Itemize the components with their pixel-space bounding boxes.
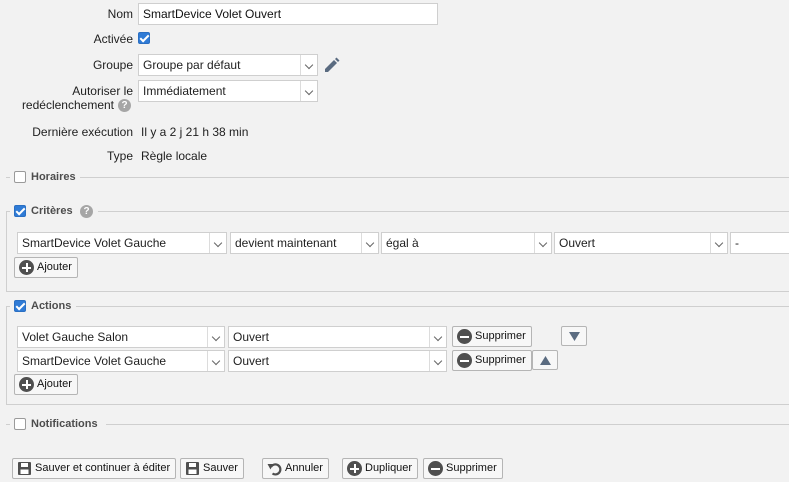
name-label: Nom <box>107 7 133 21</box>
criteria-add-button[interactable]: Ajouter <box>14 257 78 278</box>
remove-circle-icon <box>457 353 472 368</box>
schedules-legend: Horaires <box>10 170 80 184</box>
chevron-down-icon <box>207 327 224 347</box>
schedules-checkbox[interactable] <box>14 171 26 183</box>
criteria-extra-select[interactable]: - <box>730 232 789 254</box>
criteria-device-value: SmartDevice Volet Gauche <box>22 236 167 250</box>
chevron-down-icon <box>534 233 551 253</box>
action-delete-label: Supprimer <box>475 354 526 366</box>
criteria-extra-value: - <box>735 236 739 250</box>
criteria-checkbox[interactable] <box>14 205 26 217</box>
help-icon[interactable]: ? <box>118 99 131 112</box>
save-button[interactable]: Sauver <box>180 458 244 479</box>
move-up-button[interactable] <box>532 350 558 370</box>
actions-add-label: Ajouter <box>37 378 72 390</box>
criteria-change-value: devient maintenant <box>235 236 337 250</box>
duplicate-button[interactable]: Dupliquer <box>342 458 419 479</box>
add-circle-icon <box>19 377 34 392</box>
chevron-down-icon <box>429 327 446 347</box>
action-delete-button[interactable]: Supprimer <box>452 350 532 371</box>
notifications-legend-label: Notifications <box>31 418 98 430</box>
pencil-icon[interactable] <box>322 56 340 74</box>
group-select-value: Groupe par défaut <box>143 58 241 72</box>
triangle-up-icon <box>540 356 551 365</box>
add-circle-icon <box>19 260 34 275</box>
duplicate-label: Dupliquer <box>365 462 413 474</box>
retrigger-select[interactable]: Immédiatement <box>138 80 318 102</box>
criteria-legend-label: Critères <box>31 205 73 217</box>
enabled-label: Activée <box>93 32 133 46</box>
notifications-divider <box>6 424 789 425</box>
type-label: Type <box>106 149 133 163</box>
action-delete-label: Supprimer <box>475 330 526 342</box>
criteria-legend: Critères ? <box>10 204 98 220</box>
chevron-down-icon <box>207 351 224 371</box>
action-value-select[interactable]: Ouvert <box>228 350 447 372</box>
remove-circle-icon <box>428 461 443 476</box>
actions-legend: Actions <box>10 299 76 315</box>
group-label: Groupe <box>92 58 133 72</box>
last-exec-label: Dernière exécution <box>32 125 133 139</box>
actions-checkbox[interactable] <box>14 300 26 312</box>
retrigger-label-line2: redéclenchement <box>21 98 114 112</box>
help-icon[interactable]: ? <box>80 205 93 218</box>
criteria-operator-select[interactable]: égal à <box>381 232 552 254</box>
chevron-down-icon <box>361 233 378 253</box>
action-device-select[interactable]: SmartDevice Volet Gauche <box>17 350 225 372</box>
actions-add-button[interactable]: Ajouter <box>14 374 78 395</box>
action-delete-button[interactable]: Supprimer <box>452 326 532 347</box>
triangle-down-icon <box>569 332 580 341</box>
action-value-value: Ouvert <box>233 354 270 368</box>
save-continue-label: Sauver et continuer à éditer <box>35 462 171 474</box>
undo-icon <box>267 463 282 476</box>
delete-label: Supprimer <box>446 462 497 474</box>
save-label: Sauver <box>203 462 238 474</box>
action-device-select[interactable]: Volet Gauche Salon <box>17 326 225 348</box>
chevron-down-icon <box>300 81 317 101</box>
remove-circle-icon <box>457 329 472 344</box>
action-device-value: Volet Gauche Salon <box>22 330 129 344</box>
retrigger-label-line1: Autoriser le <box>72 84 133 98</box>
floppy-disk-icon <box>18 462 31 475</box>
move-down-button[interactable] <box>561 326 587 346</box>
criteria-value-select[interactable]: Ouvert <box>554 232 728 254</box>
action-value-select[interactable]: Ouvert <box>228 326 447 348</box>
chevron-down-icon <box>429 351 446 371</box>
criteria-add-label: Ajouter <box>37 261 72 273</box>
schedules-legend-label: Horaires <box>31 171 76 183</box>
chevron-down-icon <box>710 233 727 253</box>
chevron-down-icon <box>300 55 317 75</box>
add-circle-icon <box>347 461 362 476</box>
criteria-operator-value: égal à <box>386 236 419 250</box>
floppy-disk-icon <box>186 462 199 475</box>
enabled-checkbox[interactable] <box>138 32 150 44</box>
action-device-value: SmartDevice Volet Gauche <box>22 354 167 368</box>
schedules-divider <box>6 177 789 178</box>
type-value: Règle locale <box>141 149 208 163</box>
notifications-legend: Notifications <box>10 417 106 431</box>
name-input[interactable] <box>138 3 438 25</box>
criteria-device-select[interactable]: SmartDevice Volet Gauche <box>17 232 227 254</box>
notifications-checkbox[interactable] <box>14 418 26 430</box>
group-select[interactable]: Groupe par défaut <box>138 54 318 76</box>
criteria-value-value: Ouvert <box>559 236 596 250</box>
chevron-down-icon <box>209 233 226 253</box>
cancel-button[interactable]: Annuler <box>262 458 329 479</box>
actions-legend-label: Actions <box>31 300 72 312</box>
delete-button[interactable]: Supprimer <box>423 458 503 479</box>
criteria-change-select[interactable]: devient maintenant <box>230 232 379 254</box>
last-exec-value: Il y a 2 j 21 h 38 min <box>141 125 249 139</box>
cancel-label: Annuler <box>285 462 323 474</box>
action-value-value: Ouvert <box>233 330 270 344</box>
retrigger-select-value: Immédiatement <box>143 84 226 98</box>
save-continue-button[interactable]: Sauver et continuer à éditer <box>12 458 177 479</box>
